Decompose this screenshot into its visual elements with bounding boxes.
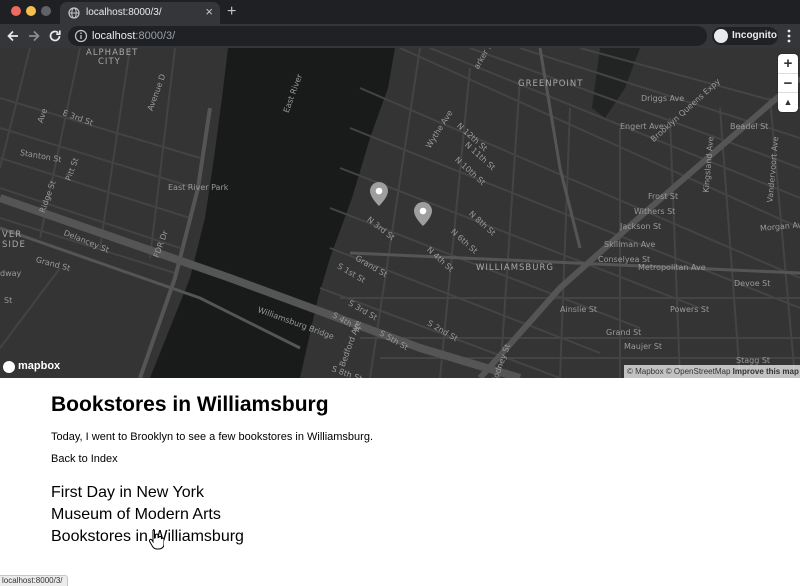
map-label: Powers St	[670, 305, 710, 314]
mapbox-logo-icon	[3, 361, 15, 373]
map-label: Grand St	[606, 328, 642, 337]
zoom-in-button[interactable]: +	[778, 54, 798, 73]
map-label: dway	[0, 269, 22, 278]
status-bar-url: localhost:8000/3/	[0, 575, 68, 586]
info-icon[interactable]	[74, 29, 88, 43]
incognito-icon	[714, 29, 728, 43]
map-label: Ainslie St	[560, 305, 598, 314]
map-label: Stagg St	[736, 356, 771, 365]
post-link[interactable]: First Day in New York	[51, 482, 244, 504]
hand-cursor-icon	[148, 529, 164, 550]
close-window-button[interactable]	[11, 6, 21, 16]
map-label: WILLIAMSBURG	[476, 263, 554, 273]
page-content: Bookstores in Williamsburg Today, I went…	[51, 393, 373, 545]
tab-close-icon[interactable]: ×	[205, 5, 213, 19]
mapbox-logo-text: mapbox	[18, 360, 61, 372]
map-label: SIDE	[2, 240, 26, 250]
map-label: CITY	[98, 57, 121, 67]
map-label: East River Park	[168, 183, 229, 192]
intro-paragraph: Today, I went to Brooklyn to see a few b…	[51, 431, 373, 443]
back-arrow-icon[interactable]	[4, 27, 22, 45]
globe-icon	[68, 7, 80, 19]
address-bar[interactable]: localhost:8000/3/	[68, 26, 768, 46]
map-label: Withers St	[634, 207, 676, 216]
map-navigation-control: + − ▲	[778, 54, 798, 112]
incognito-label: Incognito	[732, 30, 777, 41]
page-title: Bookstores in Williamsburg	[51, 393, 329, 416]
maximize-window-button[interactable]	[41, 6, 51, 16]
map-label: Maujer St	[624, 342, 663, 351]
map-attribution: © Mapbox © OpenStreetMap Improve this ma…	[624, 365, 800, 378]
map-label: Skillman Ave	[604, 240, 656, 249]
compass-icon[interactable]: ▲	[778, 92, 798, 111]
map-label: Beadel St	[730, 122, 769, 131]
new-tab-button[interactable]: +	[227, 2, 236, 22]
more-menu-icon[interactable]	[782, 27, 796, 45]
map-marker-pin[interactable]	[414, 202, 432, 226]
forward-arrow-icon[interactable]	[25, 27, 43, 45]
map-label: Metropolitan Ave	[638, 263, 706, 272]
reload-icon[interactable]	[46, 27, 64, 45]
improve-map-link[interactable]: Improve this map	[733, 367, 799, 376]
map[interactable]: ALPHABET CITY GREENPOINT WILLIAMSBURG Ea…	[0, 48, 800, 378]
map-marker-pin[interactable]	[370, 182, 388, 206]
window-titlebar: localhost:8000/3/ × +	[0, 0, 800, 24]
minimize-window-button[interactable]	[26, 6, 36, 16]
zoom-out-button[interactable]: −	[778, 73, 798, 92]
map-label: VER	[2, 230, 23, 240]
url-text: localhost:8000/3/	[92, 30, 176, 42]
map-label: GREENPOINT	[518, 79, 584, 89]
post-link[interactable]: Museum of Modern Arts	[51, 504, 244, 526]
map-label: Devoe St	[734, 279, 771, 288]
browser-toolbar: localhost:8000/3/ Incognito	[0, 24, 800, 48]
map-label: Frost St	[648, 192, 679, 201]
map-label: Jackson St	[620, 222, 662, 231]
tab-title: localhost:8000/3/	[86, 7, 162, 18]
back-to-index-link[interactable]: Back to Index	[51, 453, 118, 465]
incognito-badge[interactable]: Incognito	[712, 27, 778, 45]
browser-tab[interactable]: localhost:8000/3/ ×	[60, 2, 220, 24]
map-label: Driggs Ave	[641, 94, 685, 103]
attribution-text[interactable]: © Mapbox © OpenStreetMap	[627, 367, 730, 376]
map-label: St	[4, 296, 13, 305]
